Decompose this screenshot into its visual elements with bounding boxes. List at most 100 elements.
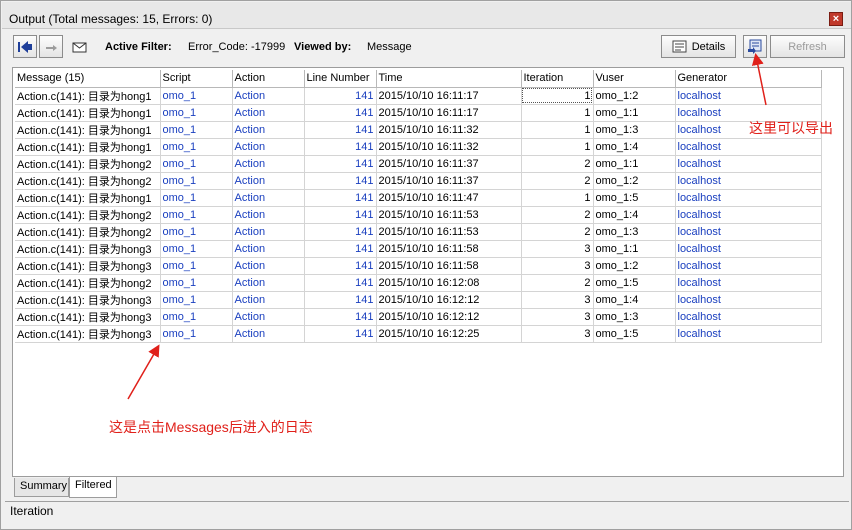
cell-time: 2015/10/10 16:11:53 <box>376 223 522 241</box>
col-header-message[interactable]: Message (15) <box>15 70 161 88</box>
cell-script: omo_1 <box>160 121 233 139</box>
col-header-time[interactable]: Time <box>376 70 522 88</box>
table-row[interactable]: Action.c(141): 目录为hong3 omo_1 Action 141 201… <box>15 325 822 343</box>
cell-action: Action <box>232 206 305 224</box>
col-header-generator[interactable]: Generator <box>675 70 822 88</box>
cell-script: omo_1 <box>160 308 233 326</box>
cell-vuser: omo_1:1 <box>593 155 676 173</box>
tab-filtered[interactable]: Filtered <box>69 477 117 498</box>
cell-iteration: 3 <box>521 240 594 258</box>
cell-generator: localhost <box>675 240 822 258</box>
active-filter-label: Active Filter: <box>105 41 172 53</box>
close-icon: × <box>832 13 840 25</box>
cell-time: 2015/10/10 16:12:08 <box>376 274 522 292</box>
cell-vuser: omo_1:2 <box>593 172 676 190</box>
table-row[interactable]: Action.c(141): 目录为hong1 omo_1 Action 141 201… <box>15 189 822 207</box>
cell-action: Action <box>232 121 305 139</box>
cell-message: Action.c(141): 目录为hong3 <box>15 291 161 309</box>
table-row[interactable]: Action.c(141): 目录为hong2 omo_1 Action 141 201… <box>15 172 822 190</box>
cell-line-number: 141 <box>304 325 377 343</box>
cell-generator: localhost <box>675 138 822 156</box>
refresh-label: Refresh <box>788 40 827 53</box>
cell-message: Action.c(141): 目录为hong3 <box>15 325 161 343</box>
cell-action: Action <box>232 240 305 258</box>
cell-iteration: 3 <box>521 308 594 326</box>
cell-script: omo_1 <box>160 274 233 292</box>
cell-action: Action <box>232 172 305 190</box>
tab-summary[interactable]: Summary <box>14 478 69 497</box>
message-grid: Message (15) Script Action Line Number T… <box>12 67 844 477</box>
cell-vuser: omo_1:4 <box>593 291 676 309</box>
col-header-line-number[interactable]: Line Number <box>304 70 377 88</box>
export-annotation: 这里可以导出 <box>749 120 833 136</box>
table-row[interactable]: Action.c(141): 目录为hong2 omo_1 Action 141 201… <box>15 223 822 241</box>
cell-script: omo_1 <box>160 257 233 275</box>
cell-action: Action <box>232 223 305 241</box>
cell-script: omo_1 <box>160 87 233 105</box>
table-row[interactable]: Action.c(141): 目录为hong1 omo_1 Action 141 201… <box>15 104 822 122</box>
table-row[interactable]: Action.c(141): 目录为hong1 omo_1 Action 141 201… <box>15 138 822 156</box>
details-button[interactable]: Details <box>661 35 736 58</box>
cell-line-number: 141 <box>304 223 377 241</box>
cell-iteration: 2 <box>521 155 594 173</box>
table-row[interactable]: Action.c(141): 目录为hong1 omo_1 Action 141 201… <box>15 87 822 105</box>
cell-vuser: omo_1:1 <box>593 104 676 122</box>
status-bar: Iteration <box>5 501 849 519</box>
cell-time: 2015/10/10 16:11:17 <box>376 87 522 105</box>
cell-action: Action <box>232 155 305 173</box>
cell-iteration: 1 <box>521 121 594 139</box>
cell-iteration: 1 <box>521 87 594 105</box>
cell-generator: localhost <box>675 155 822 173</box>
table-row[interactable]: Action.c(141): 目录为hong3 omo_1 Action 141 201… <box>15 291 822 309</box>
col-header-script[interactable]: Script <box>160 70 233 88</box>
export-button[interactable] <box>743 35 767 58</box>
col-header-iteration[interactable]: Iteration <box>521 70 594 88</box>
cell-generator: localhost <box>675 87 822 105</box>
table-row[interactable]: Action.c(141): 目录为hong2 omo_1 Action 141 201… <box>15 206 822 224</box>
cell-line-number: 141 <box>304 308 377 326</box>
cell-line-number: 141 <box>304 121 377 139</box>
table-row[interactable]: Action.c(141): 目录为hong2 omo_1 Action 141 201… <box>15 155 822 173</box>
cell-line-number: 141 <box>304 155 377 173</box>
back-arrow-icon <box>18 40 32 53</box>
cell-action: Action <box>232 274 305 292</box>
table-row[interactable]: Action.c(141): 目录为hong3 omo_1 Action 141 201… <box>15 308 822 326</box>
table-row[interactable]: Action.c(141): 目录为hong3 omo_1 Action 141 201… <box>15 240 822 258</box>
table-row[interactable]: Action.c(141): 目录为hong2 omo_1 Action 141 201… <box>15 274 822 292</box>
refresh-button[interactable]: Refresh <box>770 35 845 58</box>
cell-generator: localhost <box>675 274 822 292</box>
cell-action: Action <box>232 138 305 156</box>
cell-line-number: 141 <box>304 104 377 122</box>
cell-message: Action.c(141): 目录为hong1 <box>15 121 161 139</box>
table-row[interactable]: Action.c(141): 目录为hong3 omo_1 Action 141 201… <box>15 257 822 275</box>
back-button[interactable] <box>13 35 37 58</box>
cell-generator: localhost <box>675 308 822 326</box>
cell-message: Action.c(141): 目录为hong1 <box>15 104 161 122</box>
cell-time: 2015/10/10 16:11:17 <box>376 104 522 122</box>
cell-line-number: 141 <box>304 189 377 207</box>
cell-script: omo_1 <box>160 240 233 258</box>
col-header-vuser[interactable]: Vuser <box>593 70 676 88</box>
cell-iteration: 1 <box>521 104 594 122</box>
cell-message: Action.c(141): 目录为hong3 <box>15 257 161 275</box>
message-table: Message (15) Script Action Line Number T… <box>15 70 822 343</box>
cell-message: Action.c(141): 目录为hong2 <box>15 155 161 173</box>
cell-line-number: 141 <box>304 240 377 258</box>
forward-button[interactable] <box>39 35 63 58</box>
cell-line-number: 141 <box>304 291 377 309</box>
cell-vuser: omo_1:3 <box>593 121 676 139</box>
table-row[interactable]: Action.c(141): 目录为hong1 omo_1 Action 141 201… <box>15 121 822 139</box>
cell-iteration: 1 <box>521 138 594 156</box>
cell-action: Action <box>232 257 305 275</box>
cell-line-number: 141 <box>304 206 377 224</box>
cell-time: 2015/10/10 16:11:32 <box>376 121 522 139</box>
forward-arrow-icon <box>46 44 57 51</box>
cell-iteration: 3 <box>521 325 594 343</box>
col-header-action[interactable]: Action <box>232 70 305 88</box>
mail-icon[interactable] <box>72 42 88 54</box>
close-button[interactable]: × <box>829 12 843 26</box>
active-filter-value: Error_Code: -17999 <box>188 41 286 53</box>
cell-script: omo_1 <box>160 223 233 241</box>
cell-script: omo_1 <box>160 206 233 224</box>
cell-generator: localhost <box>675 291 822 309</box>
